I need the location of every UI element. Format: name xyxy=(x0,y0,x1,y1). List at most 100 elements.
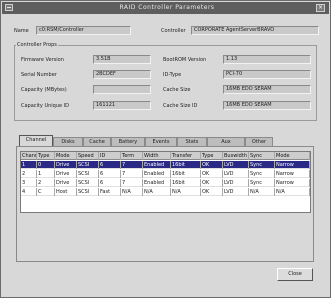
firmware-version-label: Firmware Version xyxy=(21,57,64,63)
table-cell: 1 xyxy=(21,161,37,169)
table-cell: OK xyxy=(201,170,223,178)
column-header[interactable]: Channel xyxy=(21,152,37,160)
name-field: c0:RSM/Controller xyxy=(36,26,131,35)
table-cell: 16bit xyxy=(171,161,201,169)
table-cell: Host xyxy=(55,188,77,196)
column-header[interactable]: Mode xyxy=(55,152,77,160)
bootrom-version-field: 1.13 xyxy=(223,55,311,64)
controller-field: CORPORATE AgentServerBRAVO xyxy=(191,26,319,35)
table-cell: N/A xyxy=(143,188,171,196)
table-cell: 4 xyxy=(21,188,37,196)
table-row[interactable]: 3 2 Drive SCSI 6 7 Enabled 16bit OK LVD Sync Narrow xyxy=(21,179,310,187)
firmware-version-field: 3.51B xyxy=(93,55,151,64)
cache-size-label: Cache Size xyxy=(163,87,191,93)
group-title: Controller Props xyxy=(16,42,58,48)
capacity-label: Capacity (MBytes) xyxy=(21,87,67,93)
table-cell: Narrow xyxy=(275,161,310,169)
table-cell: 16bit xyxy=(171,170,201,178)
table-cell: LVD xyxy=(223,179,249,187)
column-header[interactable]: Transfer xyxy=(171,152,201,160)
table-cell: OK xyxy=(201,179,223,187)
raid-params-window: RAID Controller Parameters × Name c0:RSM… xyxy=(0,0,331,298)
table-cell: N/A xyxy=(121,188,143,196)
table-cell: Drive xyxy=(55,170,77,178)
table-cell: N/A xyxy=(275,188,310,196)
table-row[interactable]: 2 1 Drive SCSI 6 7 Enabled 16bit OK LVD Sync Narrow xyxy=(21,170,310,178)
tab-stats[interactable]: Stats xyxy=(177,137,207,146)
table-cell: Narrow xyxy=(275,179,310,187)
table-cell: 2 xyxy=(37,179,55,187)
table-cell: SCSI xyxy=(77,170,99,178)
table-cell: SCSI xyxy=(77,179,99,187)
column-header[interactable]: ID xyxy=(99,152,121,160)
column-header[interactable]: Sync xyxy=(249,152,275,160)
table-cell: Sync xyxy=(249,179,275,187)
close-button[interactable]: Close xyxy=(277,268,313,281)
table-cell: C xyxy=(37,188,55,196)
table-cell: Enabled xyxy=(143,161,171,169)
table-cell: Fast xyxy=(99,188,121,196)
window-title: RAID Controller Parameters xyxy=(119,4,215,11)
close-icon[interactable]: × xyxy=(316,4,325,12)
table-row[interactable]: 1 0 Drive SCSI 6 7 Enabled 16bit OK LVD Sync Narrow xyxy=(21,161,310,169)
table-cell: 0 xyxy=(37,161,55,169)
cache-size-field: 16MB EDO SERAM xyxy=(223,85,311,94)
table-cell: Enabled xyxy=(143,179,171,187)
table-cell: N/A xyxy=(171,188,201,196)
title-bar[interactable]: RAID Controller Parameters × xyxy=(2,2,329,14)
column-header[interactable]: Type xyxy=(201,152,223,160)
table-cell: OK xyxy=(201,188,223,196)
table-cell: SCSI xyxy=(77,188,99,196)
bootrom-version-label: BootROM Version xyxy=(163,57,207,63)
table-cell: SCSI xyxy=(77,161,99,169)
table-cell: 2 xyxy=(21,170,37,178)
table-cell: Enabled xyxy=(143,170,171,178)
table-cell: 1 xyxy=(37,170,55,178)
serial-number-label: Serial Number xyxy=(21,72,57,78)
table-cell: LVD xyxy=(223,188,249,196)
column-header[interactable]: Speed xyxy=(77,152,99,160)
cache-size-id-label: Cache Size ID xyxy=(163,103,198,109)
tab-cache[interactable]: Cache xyxy=(83,137,111,146)
column-header[interactable]: Type xyxy=(37,152,55,160)
tab-other[interactable]: Other xyxy=(245,137,273,146)
capacity-uid-label: Capacity Unique ID xyxy=(21,103,69,109)
id-type-label: ID-Type xyxy=(163,72,182,78)
table-cell: Narrow xyxy=(275,170,310,178)
serial-number-field: 2BCDEF xyxy=(93,70,151,79)
tab-aux[interactable]: Aux xyxy=(207,137,245,146)
window-menu-icon[interactable] xyxy=(5,4,13,11)
controller-label: Controller xyxy=(161,28,186,34)
table-cell: 7 xyxy=(121,170,143,178)
table-cell: 6 xyxy=(99,170,121,178)
table-cell: OK xyxy=(201,161,223,169)
tab-disks[interactable]: Disks xyxy=(53,137,83,146)
name-label: Name xyxy=(14,28,29,34)
table-cell: LVD xyxy=(223,170,249,178)
table-cell: 6 xyxy=(99,161,121,169)
column-header[interactable]: Buswidth xyxy=(223,152,249,160)
column-header[interactable]: Term xyxy=(121,152,143,160)
table-cell: 7 xyxy=(121,179,143,187)
table-cell: 6 xyxy=(99,179,121,187)
table-cell: N/A xyxy=(249,188,275,196)
table-cell: Sync xyxy=(249,161,275,169)
tab-battery[interactable]: Battery xyxy=(111,137,145,146)
table-header: Channel Type Mode Speed ID Term Width Tr… xyxy=(21,152,310,160)
table-row[interactable]: 4 C Host SCSI Fast N/A N/A N/A OK LVD N/A N/A xyxy=(21,188,310,196)
tab-channel[interactable]: Channel xyxy=(19,135,53,146)
channel-tab-panel: Channel Type Mode Speed ID Term Width Tr… xyxy=(16,146,314,262)
table-cell: 16bit xyxy=(171,179,201,187)
table-cell: 7 xyxy=(121,161,143,169)
column-header[interactable]: Mode xyxy=(275,152,310,160)
id-type-field: PCI-70 xyxy=(223,70,311,79)
column-header[interactable]: Width xyxy=(143,152,171,160)
table-cell: LVD xyxy=(223,161,249,169)
tab-events[interactable]: Events xyxy=(145,137,177,146)
capacity-uid-field: 161121 xyxy=(93,101,151,110)
cache-size-id-field: 16MB EDO SERAM xyxy=(223,101,311,110)
table-cell: Drive xyxy=(55,161,77,169)
table-cell: Drive xyxy=(55,179,77,187)
table-cell: Sync xyxy=(249,170,275,178)
channel-table: Channel Type Mode Speed ID Term Width Tr… xyxy=(20,151,311,213)
